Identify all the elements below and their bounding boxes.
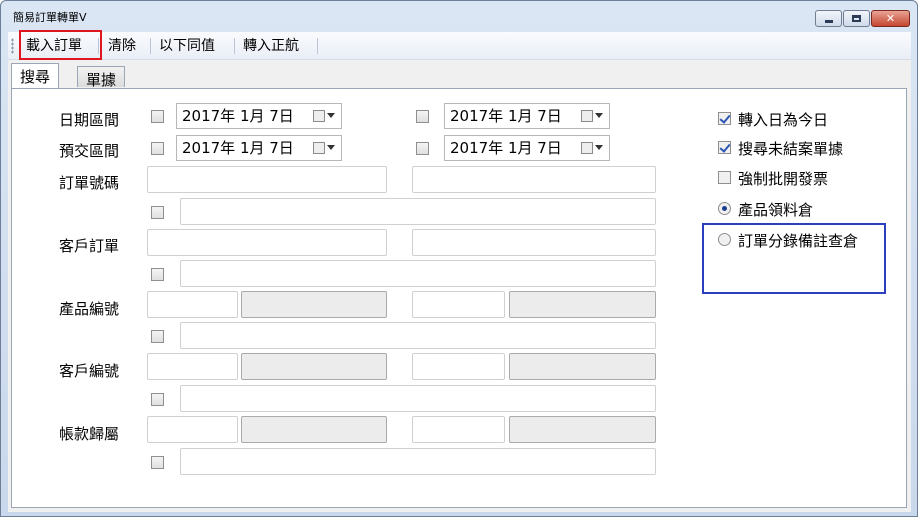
delivery-range-to-checkbox[interactable] [416,142,429,155]
window-title: 簡易訂單轉單V [13,11,87,24]
search-open-docs-checkbox[interactable]: 搜尋未結案單據 [718,138,888,158]
radio-unselected-icon [718,233,731,246]
close-icon: ✕ [885,12,896,25]
customer-code-list-checkbox[interactable] [151,393,164,406]
customer-order-label: 客戶訂單 [59,237,120,255]
load-order-button[interactable]: 載入訂單 [26,37,82,55]
product-code-list-input[interactable] [180,322,656,349]
toolbar-grip-icon[interactable] [11,38,14,54]
client-area: 載入訂單 清除 以下同值 轉入正航 單據 搜尋 日期區間 2017年 1月 7日… [8,30,911,512]
customer-code-label: 客戶編號 [59,362,120,380]
calendar-dropdown-icon[interactable] [581,141,603,155]
date-range-label: 日期區間 [59,111,120,129]
checkbox-unchecked-icon [718,171,731,184]
warehouse-product-radio[interactable]: 產品領料倉 [718,199,888,219]
calendar-dropdown-icon[interactable] [313,141,335,155]
calendar-dropdown-icon[interactable] [581,109,603,123]
calendar-dropdown-icon[interactable] [313,109,335,123]
customer-order-list-checkbox[interactable] [151,268,164,281]
order-no-list-input[interactable] [180,198,656,225]
search-open-docs-label: 搜尋未結案單據 [738,140,844,158]
toolbar-separator [234,38,235,54]
account-list-input[interactable] [180,448,656,475]
product-code-label: 產品編號 [59,300,120,318]
delivery-range-to-value: 2017年 1月 7日 [450,139,562,157]
customer-order-list-input[interactable] [180,260,656,287]
search-panel: 日期區間 2017年 1月 7日 2017年 1月 7日 預交區間 2017年 … [11,88,907,508]
account-to-input[interactable] [412,416,505,443]
toolbar-separator [150,38,151,54]
minimize-button[interactable] [815,10,842,27]
date-range-from-picker[interactable]: 2017年 1月 7日 [176,103,342,129]
date-range-from-value: 2017年 1月 7日 [182,107,294,125]
account-to-name [509,416,656,443]
maximize-icon [852,15,861,22]
minimize-icon [824,19,833,23]
transfer-button[interactable]: 轉入正航 [243,37,299,55]
delivery-range-to-picker[interactable]: 2017年 1月 7日 [444,135,610,161]
account-from-input[interactable] [147,416,238,443]
warehouse-product-label: 產品領料倉 [738,201,814,219]
checkbox-checked-icon [718,112,731,125]
app-window: 簡易訂單轉單V ✕ 載入訂單 清除 以下同值 轉入正航 單據 搜尋 日期區間 2… [0,0,918,517]
customer-order-from-input[interactable] [147,229,387,256]
toolbar: 載入訂單 清除 以下同值 轉入正航 [8,30,911,60]
account-label: 帳款歸屬 [59,425,120,443]
date-range-to-value: 2017年 1月 7日 [450,107,562,125]
transfer-date-today-checkbox[interactable]: 轉入日為今日 [718,109,888,129]
radio-selected-icon [718,202,731,215]
order-no-from-input[interactable] [147,166,387,193]
product-code-to-input[interactable] [412,291,505,318]
force-invoice-checkbox[interactable]: 強制批開發票 [718,168,888,188]
order-no-list-checkbox[interactable] [151,206,164,219]
product-code-list-checkbox[interactable] [151,330,164,343]
warehouse-order-note-radio[interactable]: 訂單分錄備註查倉 [718,230,888,250]
account-from-name [241,416,387,443]
force-invoice-label: 強制批開發票 [738,170,829,188]
title-bar: 簡易訂單轉單V ✕ [1,1,917,29]
checkbox-checked-icon [718,141,731,154]
customer-code-to-input[interactable] [412,353,505,380]
product-code-to-name [509,291,656,318]
same-as-above-button[interactable]: 以下同值 [159,37,215,55]
date-range-to-checkbox[interactable] [416,110,429,123]
date-range-to-picker[interactable]: 2017年 1月 7日 [444,103,610,129]
product-code-from-name [241,291,387,318]
tab-search[interactable]: 搜尋 [11,63,60,88]
customer-code-from-name [241,353,387,380]
tab-strip: 單據 搜尋 [8,61,911,89]
delivery-range-label: 預交區間 [59,142,120,160]
transfer-date-today-label: 轉入日為今日 [738,111,829,129]
delivery-range-from-picker[interactable]: 2017年 1月 7日 [176,135,342,161]
customer-order-to-input[interactable] [412,229,656,256]
product-code-from-input[interactable] [147,291,238,318]
delivery-range-from-checkbox[interactable] [151,142,164,155]
toolbar-separator [317,38,318,54]
account-list-checkbox[interactable] [151,456,164,469]
delivery-range-from-value: 2017年 1月 7日 [182,139,294,157]
maximize-button[interactable] [843,10,870,27]
tab-documents[interactable]: 單據 [77,66,126,89]
order-no-label: 訂單號碼 [59,174,120,192]
order-no-to-input[interactable] [412,166,656,193]
close-button[interactable]: ✕ [871,10,910,27]
clear-button[interactable]: 清除 [108,37,136,55]
toolbar-separator [98,38,99,54]
customer-code-list-input[interactable] [180,385,656,412]
date-range-from-checkbox[interactable] [151,110,164,123]
warehouse-order-note-label: 訂單分錄備註查倉 [738,232,859,250]
customer-code-from-input[interactable] [147,353,238,380]
customer-code-to-name [509,353,656,380]
